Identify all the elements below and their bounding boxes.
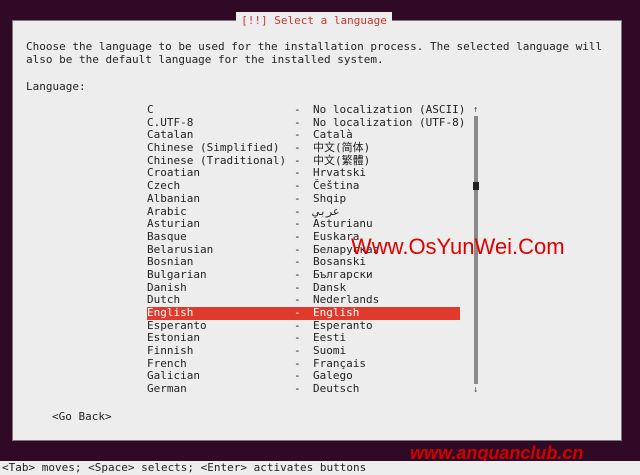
language-name: Basque xyxy=(147,229,187,243)
language-option[interactable]: Albanian - Shqip xyxy=(147,191,472,206)
language-localized-name: Deutsch xyxy=(313,382,360,396)
language-option[interactable]: Finnish - Suomi xyxy=(147,344,472,358)
language-localized-name: Shqip xyxy=(313,191,347,205)
language-option[interactable]: German - Deutsch xyxy=(147,382,472,396)
language-option[interactable]: Bulgarian - Български xyxy=(147,267,472,282)
dialog-description: Choose the language to be used for the i… xyxy=(26,40,603,66)
language-option[interactable]: C.UTF-8- No localization (UTF-8) xyxy=(147,116,472,130)
language-name: English xyxy=(147,306,194,319)
language-localized-name: Български xyxy=(313,267,373,281)
language-name: Czech xyxy=(147,179,181,193)
language-name: Chinese (Simplified) xyxy=(147,141,280,155)
scroll-down-icon[interactable]: ↓ xyxy=(473,386,478,395)
footer-hint: <Tab> moves; <Space> selects; <Enter> ac… xyxy=(0,461,640,475)
language-option[interactable]: Danish - Dansk xyxy=(147,281,472,295)
language-option[interactable]: Asturian - Asturianu xyxy=(147,217,472,231)
go-back-button[interactable]: <Go Back> xyxy=(52,410,112,423)
language-option[interactable]: Czech - Čeština xyxy=(147,179,472,193)
language-localized-name: English xyxy=(313,306,360,319)
language-option[interactable]: C - No localization (ASCII) xyxy=(147,103,472,117)
language-name: C xyxy=(147,103,154,116)
language-localized-name: 中文(简体) xyxy=(313,141,371,155)
language-separator: - xyxy=(294,382,301,396)
language-name: Finnish xyxy=(147,344,194,358)
language-separator: - xyxy=(294,229,301,243)
language-option[interactable]: Chinese (Simplified) - 中文(简体) xyxy=(147,141,472,155)
language-option[interactable]: Galician - Galego xyxy=(147,370,472,383)
language-separator: - xyxy=(294,344,301,358)
language-separator: - xyxy=(294,103,301,116)
language-name: Asturian xyxy=(147,217,200,231)
language-separator: - xyxy=(294,179,301,193)
language-separator: - xyxy=(294,141,301,155)
language-option[interactable]: English - English xyxy=(147,306,460,320)
dialog-title: [!!] Select a language xyxy=(236,12,392,29)
language-localized-name: Asturianu xyxy=(313,217,373,231)
watermark-osyunwei: Www.OsYunWei.Com xyxy=(351,234,565,259)
language-option[interactable]: Croatian - Hrvatski xyxy=(147,167,472,180)
language-label: Language: xyxy=(26,80,86,93)
language-localized-name: Suomi xyxy=(313,344,347,358)
scrollbar-thumb[interactable] xyxy=(473,182,479,190)
language-localized-name: No localization (ASCII) xyxy=(313,103,466,116)
language-option[interactable]: Estonian - Eesti xyxy=(147,332,472,345)
language-name: Bulgarian xyxy=(147,267,207,281)
language-separator: - xyxy=(294,217,301,231)
scroll-up-icon[interactable]: ↑ xyxy=(473,106,478,115)
language-separator: - xyxy=(294,306,301,319)
language-name: Albanian xyxy=(147,191,200,205)
language-localized-name: Čeština xyxy=(313,179,360,193)
language-name: German xyxy=(147,382,187,396)
language-separator: - xyxy=(294,267,301,281)
language-option[interactable]: Dutch - Nederlands xyxy=(147,294,472,307)
language-separator: - xyxy=(294,191,301,205)
